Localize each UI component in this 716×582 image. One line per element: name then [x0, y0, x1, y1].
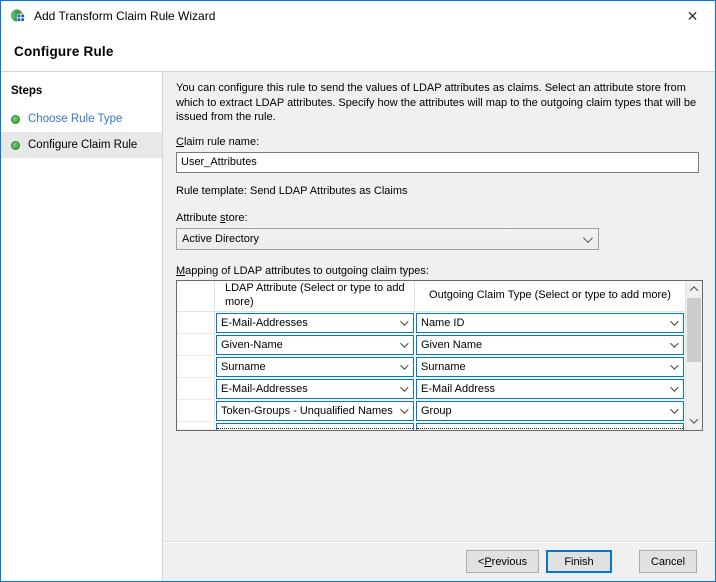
row-selector[interactable]	[177, 378, 215, 400]
outgoing-claim-value: Surname	[421, 361, 466, 373]
ldap-attribute-combo[interactable]: Surname	[216, 357, 414, 377]
rule-description: You can configure this rule to send the …	[176, 81, 703, 125]
steps-sidebar: Steps Choose Rule Type Configure Claim R…	[1, 72, 163, 581]
table-header-row: LDAP Attribute (Select or type to add mo…	[177, 281, 685, 312]
attribute-store-value: Active Directory	[182, 233, 259, 245]
cancel-button[interactable]: Cancel	[639, 550, 697, 573]
row-selector[interactable]	[177, 334, 215, 356]
row-selector[interactable]	[177, 422, 215, 430]
chevron-up-icon	[690, 287, 698, 295]
chevron-down-icon	[670, 317, 678, 325]
close-button[interactable]: ✕	[670, 1, 715, 31]
chevron-down-icon	[400, 405, 408, 413]
ldap-attribute-value: E-Mail-Addresses	[221, 383, 308, 395]
ldap-attribute-value: Token-Groups - Unqualified Names	[221, 405, 393, 417]
previous-button[interactable]: < Previous	[466, 550, 539, 573]
sidebar-item-configure-claim-rule[interactable]: Configure Claim Rule	[1, 132, 162, 158]
scroll-up-button[interactable]	[686, 281, 702, 298]
ldap-attribute-combo[interactable]: Given-Name	[216, 335, 414, 355]
table-row: Token-Groups - Unqualified Names Group	[177, 400, 685, 422]
mapping-table-rows: E-Mail-Addresses Name ID Given-Name Give…	[177, 312, 685, 422]
chevron-down-icon	[670, 405, 678, 413]
outgoing-claim-combo[interactable]: Surname	[416, 357, 684, 377]
chevron-down-icon	[670, 361, 678, 369]
claim-rule-name-label: Claim rule name:	[176, 136, 703, 148]
ldap-attribute-value: E-Mail-Addresses	[221, 317, 308, 329]
step-label: Choose Rule Type	[28, 113, 122, 125]
table-row: E-Mail-Addresses Name ID	[177, 312, 685, 334]
finish-button[interactable]: Finish	[546, 550, 612, 573]
row-selector[interactable]	[177, 312, 215, 334]
table-scrollbar[interactable]	[685, 281, 702, 430]
mapping-table: LDAP Attribute (Select or type to add mo…	[176, 280, 703, 431]
ldap-attribute-combo[interactable]: Token-Groups - Unqualified Names	[216, 401, 414, 421]
outgoing-claim-combo[interactable]: E-Mail Address	[416, 379, 684, 399]
claim-rule-name-input[interactable]	[176, 152, 699, 173]
attribute-store-label: Attribute store:	[176, 212, 703, 224]
outgoing-claim-value: Name ID	[421, 317, 464, 329]
chevron-down-icon	[670, 383, 678, 391]
ldap-attribute-combo-partial[interactable]	[216, 423, 414, 430]
outgoing-claim-combo[interactable]: Group	[416, 401, 684, 421]
page-header: Configure Rule	[1, 31, 715, 72]
chevron-down-icon	[400, 339, 408, 347]
ldap-attribute-column-header[interactable]: LDAP Attribute (Select or type to add mo…	[215, 281, 415, 311]
chevron-down-icon	[583, 233, 593, 243]
outgoing-claim-combo[interactable]: Name ID	[416, 313, 684, 333]
ldap-attribute-value: Given-Name	[221, 339, 283, 351]
title-bar: Add Transform Claim Rule Wizard ✕	[1, 1, 715, 31]
rule-template-text: Rule template: Send LDAP Attributes as C…	[176, 185, 703, 197]
step-label: Configure Claim Rule	[28, 139, 137, 151]
scroll-down-button[interactable]	[686, 413, 702, 430]
chevron-down-icon	[400, 383, 408, 391]
steps-heading: Steps	[1, 79, 162, 106]
outgoing-claim-column-header[interactable]: Outgoing Claim Type (Select or type to a…	[415, 281, 685, 311]
attribute-store-select[interactable]: Active Directory	[176, 228, 599, 250]
mapping-table-label: Mapping of LDAP attributes to outgoing c…	[176, 265, 703, 277]
page-title: Configure Rule	[1, 44, 114, 59]
chevron-down-icon	[670, 339, 678, 347]
table-row: Given-Name Given Name	[177, 334, 685, 356]
window-title: Add Transform Claim Rule Wizard	[34, 9, 215, 23]
outgoing-claim-value: Given Name	[421, 339, 482, 351]
ldap-attribute-combo[interactable]: E-Mail-Addresses	[216, 379, 414, 399]
chevron-down-icon	[400, 361, 408, 369]
ldap-attribute-combo[interactable]: E-Mail-Addresses	[216, 313, 414, 333]
table-row-partial	[177, 422, 685, 430]
table-row: Surname Surname	[177, 356, 685, 378]
wizard-footer: < Previous Finish Cancel	[163, 541, 715, 581]
outgoing-claim-value: E-Mail Address	[421, 383, 495, 395]
ldap-attribute-value: Surname	[221, 361, 266, 373]
row-selector[interactable]	[177, 400, 215, 422]
content-pane: You can configure this rule to send the …	[163, 72, 715, 581]
scrollbar-thumb[interactable]	[687, 298, 701, 362]
step-bullet-icon	[11, 115, 20, 124]
chevron-down-icon	[400, 317, 408, 325]
adfs-app-icon	[10, 8, 26, 24]
outgoing-claim-value: Group	[421, 405, 452, 417]
row-selector[interactable]	[177, 356, 215, 378]
step-bullet-icon	[11, 141, 20, 150]
outgoing-claim-combo-partial[interactable]	[416, 423, 684, 430]
chevron-down-icon	[690, 416, 698, 424]
table-row: E-Mail-Addresses E-Mail Address	[177, 378, 685, 400]
row-selector-header	[177, 281, 215, 311]
sidebar-item-choose-rule-type[interactable]: Choose Rule Type	[1, 106, 162, 132]
close-icon: ✕	[687, 8, 699, 25]
outgoing-claim-combo[interactable]: Given Name	[416, 335, 684, 355]
wizard-window: Add Transform Claim Rule Wizard ✕ Config…	[0, 0, 716, 582]
